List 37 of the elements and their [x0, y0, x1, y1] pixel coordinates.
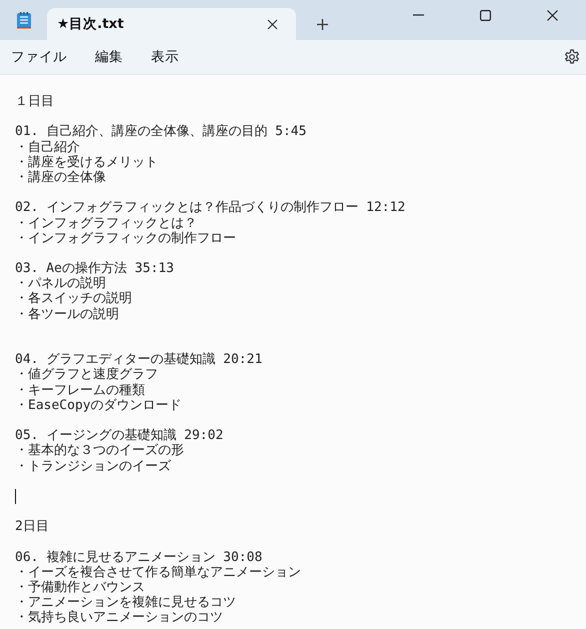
text-line: ・EaseCopyのダウンロード	[15, 398, 182, 413]
notepad-icon	[16, 12, 30, 28]
text-line: １日目	[15, 94, 54, 109]
text-line: ・キーフレームの種類	[15, 382, 145, 398]
text-line: ・自己紹介	[15, 140, 80, 155]
text-line: ・各ツールの説明	[15, 306, 119, 322]
menu-item[interactable]: 表示	[144, 44, 186, 70]
text-line: 01. 自己紹介、講座の全体像、講座の目的 5:45	[15, 124, 306, 140]
menu-item[interactable]: 編集	[88, 44, 130, 70]
text-line: ・講座を受けるメリット	[15, 154, 158, 170]
text-line: ・予備動作とバウンス	[15, 580, 145, 595]
text-line: 2日目	[15, 519, 49, 534]
text-line: 04. グラフエディターの基礎知識 20:21	[15, 352, 262, 368]
text-line: ・インフォグラフィックの制作フロー	[15, 230, 236, 246]
close-tab-icon[interactable]	[266, 18, 278, 30]
menu-item[interactable]: ファイル	[4, 44, 74, 70]
text-line: ・値グラフと速度グラフ	[15, 367, 158, 382]
new-tab-icon[interactable]	[316, 18, 328, 30]
text-line: ・パネルの説明	[15, 276, 106, 292]
text-line: ・講座の全体像	[15, 170, 106, 185]
text-line: ・インフォグラフィックとは？	[15, 216, 197, 230]
minimize-icon[interactable]	[413, 14, 424, 16]
text-line: 06. 複雑に見せるアニメーション 30:08	[15, 550, 262, 565]
text-line: 03. Aeの操作方法 35:13	[15, 261, 174, 276]
text-line: 05. イージングの基礎知識 29:02	[15, 428, 224, 444]
maximize-icon[interactable]	[480, 10, 491, 20]
text-line: ・各スイッチの説明	[15, 291, 132, 306]
text-line: ・イーズを複合させて作る簡単なアニメーション	[15, 564, 301, 580]
text-line: ・気持ち良いアニメーションのコツ	[15, 610, 223, 626]
close-icon[interactable]	[547, 10, 558, 20]
file-tab[interactable]: ★目次.txt	[47, 8, 296, 40]
text-line: 02. インフォグラフィックとは？作品づくりの制作フロー 12:12	[15, 200, 406, 216]
text-line: ・アニメーションを複雑に見せるコツ	[15, 595, 236, 610]
text-line: ・基本的な３つのイーズの形	[15, 443, 184, 458]
text-line: ・トランジションのイーズ	[15, 458, 171, 474]
settings-icon[interactable]	[564, 49, 580, 65]
text-cursor	[15, 488, 16, 504]
